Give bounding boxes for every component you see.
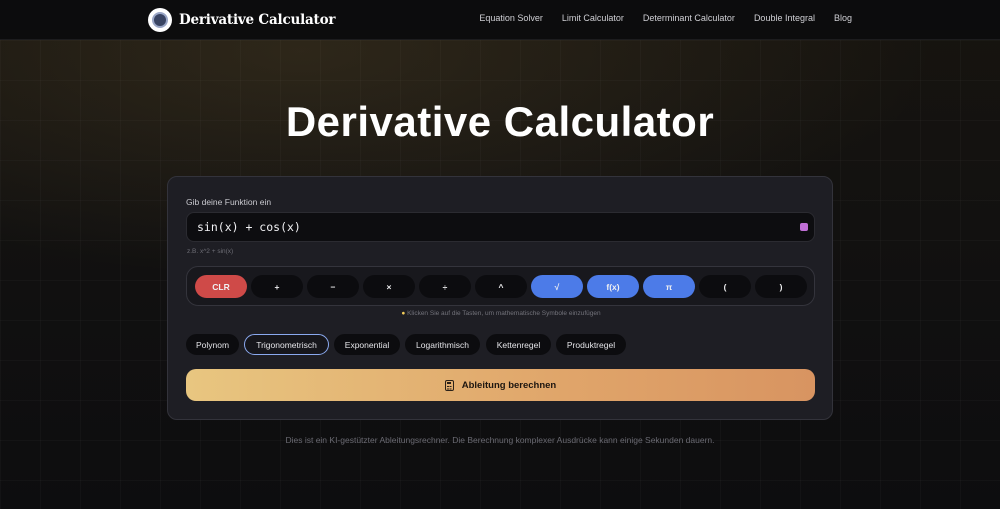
example-chip-produktregel[interactable]: Produktregel bbox=[556, 334, 626, 355]
nav-links: Equation Solver Limit Calculator Determi… bbox=[479, 13, 852, 23]
key-function[interactable]: f(x) bbox=[587, 275, 639, 298]
lightbulb-icon: ● bbox=[401, 310, 406, 317]
key-minus[interactable]: − bbox=[307, 275, 359, 298]
example-chip-polynom[interactable]: Polynom bbox=[186, 334, 239, 355]
nav-link-determinant-calculator[interactable]: Determinant Calculator bbox=[643, 13, 735, 23]
brand-name: Derivative Calculator bbox=[179, 11, 336, 28]
keypad-hint: ● Klicken Sie auf die Tasten, um mathema… bbox=[168, 310, 834, 317]
example-chip-kettenregel[interactable]: Kettenregel bbox=[486, 334, 551, 355]
calculator-icon bbox=[444, 379, 454, 391]
example-chip-logarithmisch[interactable]: Logarithmisch bbox=[405, 334, 480, 355]
keypad-hint-text: Klicken Sie auf die Tasten, um mathemati… bbox=[407, 310, 601, 317]
key-divide[interactable]: ÷ bbox=[419, 275, 471, 298]
ai-disclaimer: Dies ist ein KI-gestützter Ableitungsrec… bbox=[285, 435, 715, 445]
brand-link[interactable]: Derivative Calculator bbox=[148, 7, 336, 32]
math-keypad: CLR + − × ÷ ^ √ f(x) π ( ) bbox=[186, 266, 815, 306]
top-navigation: Derivative Calculator Equation Solver Li… bbox=[0, 0, 1000, 40]
input-example-hint: z.B. x^2 + sin(x) bbox=[187, 248, 234, 255]
keyboard-icon[interactable] bbox=[800, 223, 808, 231]
function-input-label: Gib deine Funktion ein bbox=[186, 197, 272, 207]
function-input[interactable] bbox=[186, 212, 815, 242]
key-pi[interactable]: π bbox=[643, 275, 695, 298]
nav-link-equation-solver[interactable]: Equation Solver bbox=[479, 13, 543, 23]
key-power[interactable]: ^ bbox=[475, 275, 527, 298]
key-clear[interactable]: CLR bbox=[195, 275, 247, 298]
key-plus[interactable]: + bbox=[251, 275, 303, 298]
key-sqrt[interactable]: √ bbox=[531, 275, 583, 298]
calculate-derivative-button[interactable]: Ableitung berechnen bbox=[186, 369, 815, 401]
logo-icon bbox=[148, 7, 172, 32]
nav-link-limit-calculator[interactable]: Limit Calculator bbox=[562, 13, 624, 23]
nav-link-blog[interactable]: Blog bbox=[834, 13, 852, 23]
page-title: Derivative Calculator bbox=[285, 98, 715, 145]
key-open-paren[interactable]: ( bbox=[699, 275, 751, 298]
example-chip-exponential[interactable]: Exponential bbox=[334, 334, 400, 355]
key-close-paren[interactable]: ) bbox=[755, 275, 807, 298]
nav-link-double-integral[interactable]: Double Integral bbox=[754, 13, 815, 23]
calculator-card: Gib deine Funktion ein z.B. x^2 + sin(x)… bbox=[167, 176, 833, 420]
example-chip-trigonometrisch[interactable]: Trigonometrisch bbox=[244, 334, 329, 355]
key-multiply[interactable]: × bbox=[363, 275, 415, 298]
calculate-derivative-label: Ableitung berechnen bbox=[461, 379, 557, 391]
